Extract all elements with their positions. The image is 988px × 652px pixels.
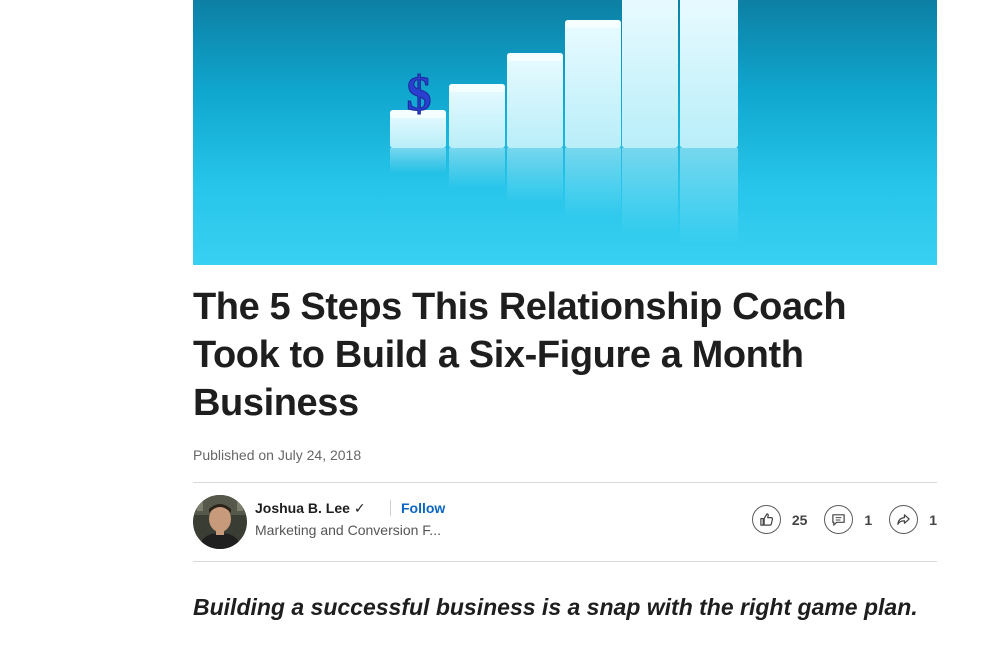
author-bar: Joshua B. Lee ✓ Follow Marketing and Conv… [193, 483, 937, 561]
dollar-bar-chart-icon: $ [390, 0, 738, 243]
share-arrow-icon [889, 505, 919, 534]
social-actions: 25 1 1 [735, 505, 937, 534]
article-title: The 5 Steps This Relationship Coach Took… [193, 286, 847, 424]
share-count: 1 [929, 511, 937, 528]
author-headline: Marketing and Conversion F... [255, 522, 441, 538]
comment-count: 1 [864, 511, 873, 528]
dollar-icon: $ [407, 65, 432, 121]
follow-button[interactable]: Follow [390, 500, 445, 516]
author-name[interactable]: Joshua B. Lee ✓ [255, 500, 366, 517]
divider [193, 561, 937, 562]
comment-icon [824, 505, 854, 534]
comment-button[interactable]: 1 [824, 505, 872, 534]
article-intro: Building a successful business is a snap… [193, 594, 918, 620]
published-date: Published on July 24, 2018 [193, 447, 362, 463]
avatar[interactable] [193, 495, 247, 549]
like-count: 25 [791, 511, 808, 528]
like-button[interactable]: 25 [751, 505, 808, 534]
article: $ The 5 Steps This Relationship Coach To… [193, 0, 937, 623]
verified-check-icon: ✓ [353, 500, 366, 516]
thumbs-up-icon [751, 505, 781, 534]
share-button[interactable]: 1 [889, 505, 937, 534]
hero-image: $ [193, 0, 937, 265]
